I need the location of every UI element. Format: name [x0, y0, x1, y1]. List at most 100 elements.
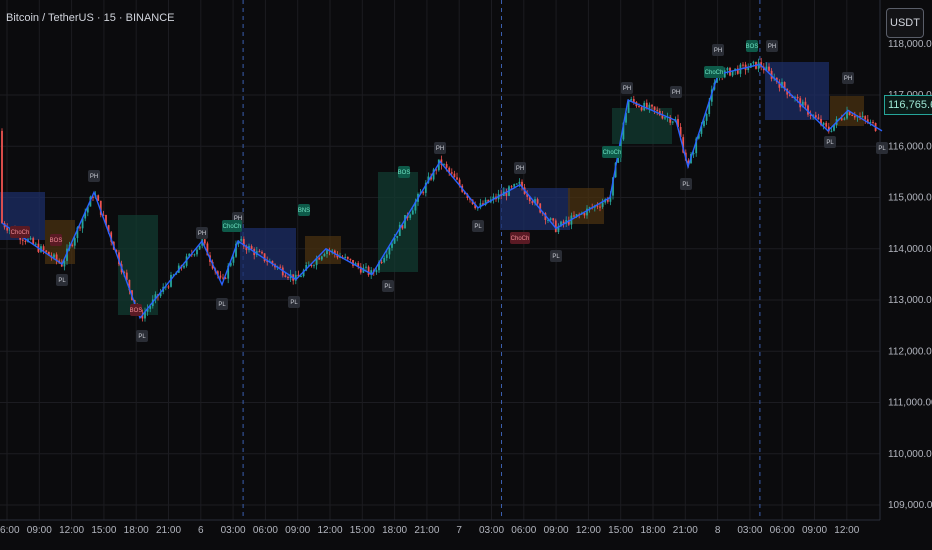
x-tick-label: 03:00: [221, 525, 246, 536]
structure-label: PH: [516, 166, 524, 172]
structure-label: BOS: [130, 308, 143, 314]
structure-label: PH: [198, 231, 206, 237]
candle-body: [375, 270, 378, 273]
currency-unit-button[interactable]: USDT: [886, 8, 924, 38]
candle-body: [864, 116, 867, 120]
structure-label: PL: [290, 300, 298, 306]
structure-label: PH: [90, 174, 98, 180]
structure-label: PH: [436, 146, 444, 152]
x-tick-label: 15:00: [91, 525, 116, 536]
structure-label: PH: [768, 44, 776, 50]
structure-label: BNS: [298, 208, 310, 214]
candle-body: [638, 106, 640, 108]
candle-body: [32, 238, 35, 245]
x-tick-label: 06:00: [770, 525, 795, 536]
candle-body: [840, 118, 843, 120]
candle-body: [518, 181, 521, 184]
y-tick-label: 110,000.00: [888, 449, 932, 460]
candle-body: [42, 246, 45, 251]
structure-label: BOS: [398, 170, 411, 176]
order-block-zone: [240, 228, 296, 280]
candle-body: [648, 104, 651, 109]
candle-body: [872, 122, 874, 124]
x-tick-label: 12:00: [576, 525, 601, 536]
candle-body: [45, 250, 48, 252]
candle-body: [830, 130, 833, 132]
x-tick-label: 12:00: [317, 525, 342, 536]
x-tick-label: 8: [715, 525, 721, 536]
candle-body: [630, 99, 633, 101]
candle-body: [599, 206, 601, 208]
candle-body: [198, 245, 201, 250]
candle-body: [385, 254, 388, 258]
candle-body: [825, 122, 828, 127]
candle-body: [388, 247, 391, 255]
candle-body: [258, 251, 261, 253]
structure-label: PL: [474, 224, 482, 230]
candle-body: [250, 246, 253, 250]
candle-body: [822, 122, 825, 126]
candle-body: [583, 212, 586, 216]
candle-body: [409, 214, 412, 218]
candle-body: [53, 254, 55, 258]
structure-label: ChoCh: [705, 70, 724, 76]
candle-body: [383, 257, 386, 263]
x-tick-label: 09:00: [285, 525, 310, 536]
candle-body: [79, 227, 81, 229]
candle-body: [796, 96, 799, 99]
order-block-zone: [305, 236, 341, 264]
candle-body: [1, 130, 3, 224]
candle-body: [29, 238, 32, 240]
x-tick-label: 06:00: [511, 525, 536, 536]
candle-body: [851, 114, 854, 116]
candle-body: [817, 117, 820, 119]
order-block-zone: [765, 62, 829, 120]
candle-body: [752, 61, 755, 64]
candle-body: [396, 235, 399, 238]
candle-body: [240, 238, 243, 241]
candle-body: [232, 256, 235, 263]
x-tick-label: 6: [198, 525, 204, 536]
x-tick-label: 21:00: [156, 525, 181, 536]
candle-body: [323, 253, 326, 257]
structure-label: PL: [878, 146, 886, 152]
y-tick-label: 114,000.00: [888, 244, 932, 255]
candle-body: [34, 243, 37, 245]
structure-label: PL: [218, 302, 226, 308]
last-price-label: 116,765.69: [884, 95, 932, 115]
candle-body: [656, 109, 659, 111]
price-chart[interactable]: 117,000.00116,000.00115,000.00114,000.00…: [0, 0, 932, 550]
structure-label: BOS: [746, 44, 759, 50]
y-tick-label: 111,000.00: [888, 398, 932, 409]
candle-body: [71, 244, 74, 246]
y-tick-label: 113,000.00: [888, 295, 932, 306]
chart-title: Bitcoin / TetherUS · 15 · BINANCE: [6, 12, 175, 24]
candle-body: [346, 256, 349, 259]
candle-body: [814, 115, 817, 118]
x-tick-label: 21:00: [414, 525, 439, 536]
candle-body: [344, 256, 347, 259]
candle-body: [261, 251, 263, 254]
y-tick-label: 112,000.00: [888, 346, 932, 357]
candle-body: [549, 218, 552, 220]
candle-body: [671, 121, 674, 123]
candle-body: [726, 67, 729, 71]
candle-body: [861, 116, 864, 118]
candle-body: [196, 249, 198, 255]
order-block-zone: [500, 188, 570, 230]
y-tick-label: 116,000.00: [888, 141, 932, 152]
candle-body: [640, 107, 643, 111]
structure-label: PH: [672, 90, 680, 96]
candle-body: [313, 265, 315, 267]
structure-label: ChoCh: [223, 224, 242, 230]
candle-body: [380, 261, 383, 263]
candle-body: [450, 172, 453, 174]
x-tick-label: 09:00: [27, 525, 52, 536]
x-tick-label: 12:00: [834, 525, 859, 536]
x-tick-label: 06:00: [0, 525, 20, 536]
candle-body: [203, 239, 206, 244]
candle-body: [853, 115, 856, 118]
x-tick-label: 18:00: [640, 525, 665, 536]
candle-body: [573, 215, 575, 217]
candle-body: [284, 275, 287, 278]
